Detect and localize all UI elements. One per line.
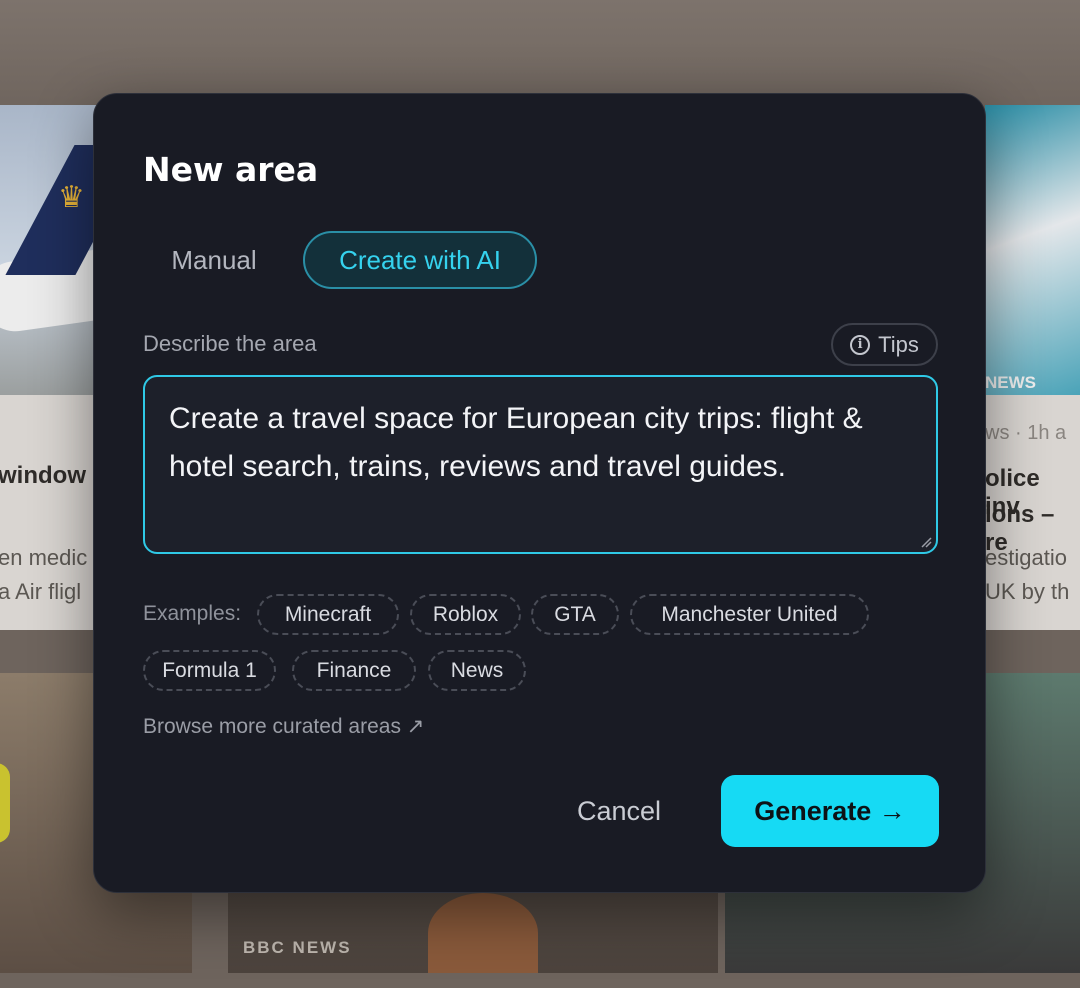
news-card-snippet: a Air fligl [0,579,82,604]
news-card-meta: ws · 1h a [985,422,1067,444]
describe-area-label: Describe the area [143,331,317,356]
tab-create-with-ai[interactable]: Create with AI [303,231,537,289]
example-chip-minecraft[interactable]: Minecraft [257,594,399,635]
example-chip-news[interactable]: News [428,650,526,691]
decorative-shape [0,763,10,843]
browse-curated-areas-link[interactable]: Browse more curated areas ↗ [143,714,424,739]
example-chip-manchester-united[interactable]: Manchester United [630,594,869,635]
news-badge: NEWS [985,373,1036,392]
example-chip-roblox[interactable]: Roblox [410,594,521,635]
tips-button[interactable]: i Tips [831,323,938,366]
dialog-title: New area [143,150,319,189]
news-card-right: NEWS ws · 1h a olice inv ions – re estig… [985,105,1080,630]
news-card-snippet: estigatio [985,545,1067,570]
cancel-button[interactable]: Cancel [559,775,679,847]
harp-logo-icon: ♛ [58,180,85,215]
example-chip-formula-1[interactable]: Formula 1 [143,650,276,691]
area-description-input[interactable]: Create a travel space for European city … [143,375,938,554]
info-icon: i [850,334,871,355]
resize-handle-icon[interactable] [920,536,932,548]
news-card-image: NEWS [985,105,1080,395]
tips-label: Tips [878,331,919,357]
news-card-headline: window r [0,462,102,489]
news-image-figure [428,893,538,973]
news-card-snippet: en medic [0,545,88,570]
area-description-text: Create a travel space for European city … [169,402,863,483]
examples-label: Examples: [143,602,242,625]
generate-button[interactable]: Generate → [721,775,939,847]
news-card-snippet: UK by th [985,579,1070,604]
example-chip-finance[interactable]: Finance [292,650,416,691]
tab-manual[interactable]: Manual [144,231,284,289]
example-chip-gta[interactable]: GTA [531,594,619,635]
new-area-dialog: New area Manual Create with AI Describe … [93,93,986,893]
bbc-news-logo: BBC NEWS [243,938,352,957]
